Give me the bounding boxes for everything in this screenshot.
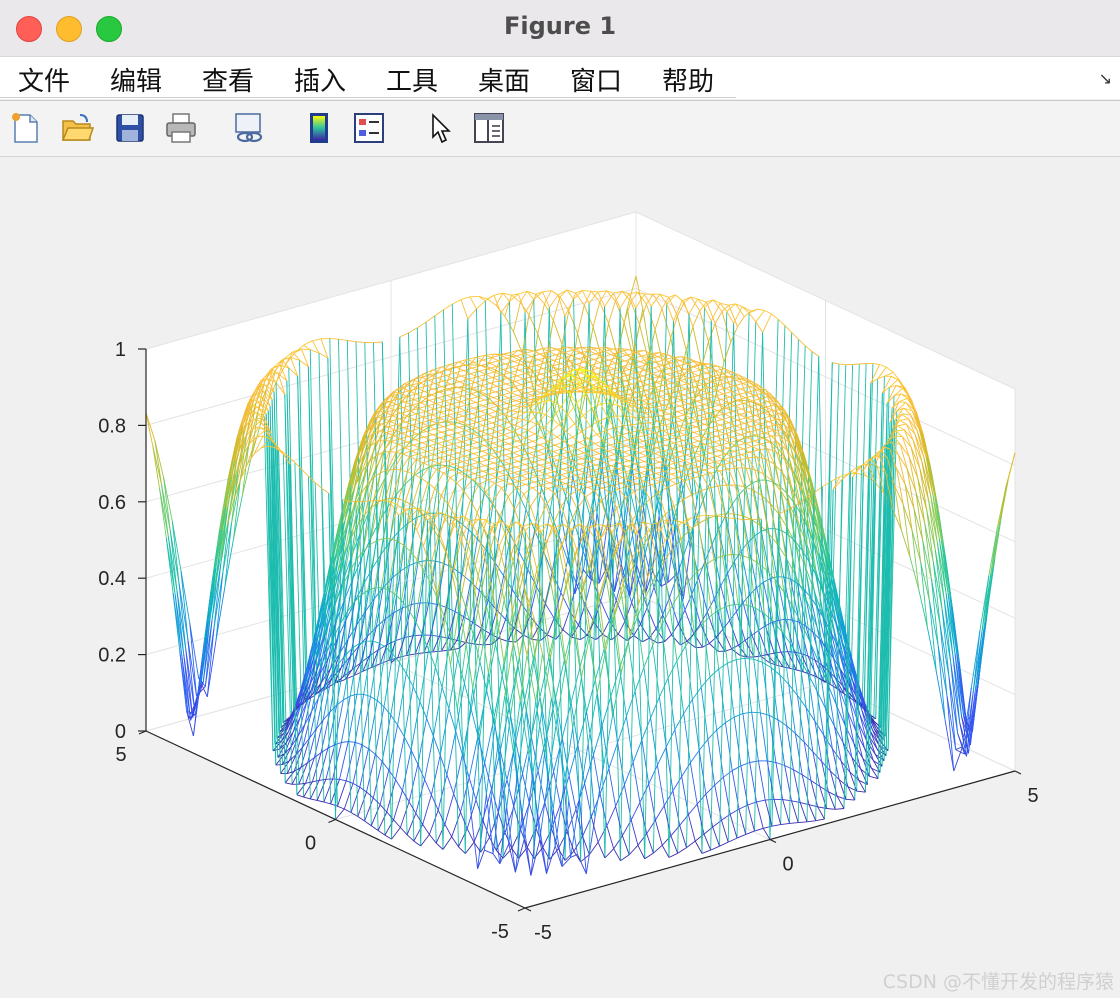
mesh-line bbox=[575, 347, 583, 349]
link-plot-icon[interactable] bbox=[232, 111, 266, 145]
menu-divider bbox=[0, 97, 736, 98]
colorbar-icon[interactable] bbox=[302, 111, 336, 145]
window-title: Figure 1 bbox=[503, 12, 617, 40]
menu-file[interactable]: 文件 bbox=[18, 61, 70, 98]
menu-window[interactable]: 窗口 bbox=[570, 61, 622, 98]
mesh-line bbox=[852, 363, 860, 365]
figure-toolbar bbox=[0, 100, 1120, 157]
mesh-line bbox=[582, 290, 592, 292]
mesh-line bbox=[751, 711, 761, 714]
print-icon[interactable] bbox=[164, 111, 198, 145]
menu-tools[interactable]: 工具 bbox=[386, 61, 438, 98]
surface-plot[interactable]: 00.20.40.60.81-505-505 bbox=[0, 157, 1120, 998]
mesh-line bbox=[859, 363, 867, 365]
menu-view[interactable]: 查看 bbox=[202, 61, 254, 98]
legend-icon[interactable] bbox=[352, 111, 386, 145]
edit-plot-cursor-icon[interactable] bbox=[424, 111, 458, 145]
property-inspector-icon[interactable] bbox=[472, 111, 506, 145]
menu-edit[interactable]: 编辑 bbox=[110, 61, 162, 98]
mesh-line bbox=[600, 402, 610, 405]
menu-bar: 文件 编辑 查看 插入 工具 桌面 窗口 帮助 ↘ bbox=[0, 57, 1120, 99]
new-figure-icon[interactable] bbox=[8, 111, 42, 145]
mesh-line bbox=[469, 295, 479, 298]
save-icon[interactable] bbox=[113, 111, 147, 145]
mesh-line bbox=[838, 363, 846, 366]
menu-help[interactable]: 帮助 bbox=[662, 61, 714, 98]
open-file-icon[interactable] bbox=[60, 111, 95, 145]
mesh-line bbox=[695, 646, 703, 649]
title-bar[interactable]: Figure 1 bbox=[0, 0, 1120, 57]
menu-insert[interactable]: 插入 bbox=[294, 61, 346, 98]
mesh-line bbox=[644, 411, 654, 414]
dock-figure-icon[interactable]: ↘ bbox=[1099, 69, 1112, 88]
figure-window: Figure 1 文件 编辑 查看 插入 工具 桌面 窗口 帮助 ↘ 0 0.2… bbox=[0, 0, 1120, 998]
axes-area[interactable]: 0 0.2 0.4 0.6 0.8 1 -5 0 5 -5 0 5 bbox=[0, 157, 1120, 998]
menu-desktop[interactable]: 桌面 bbox=[478, 61, 530, 98]
mesh-line bbox=[573, 368, 581, 371]
